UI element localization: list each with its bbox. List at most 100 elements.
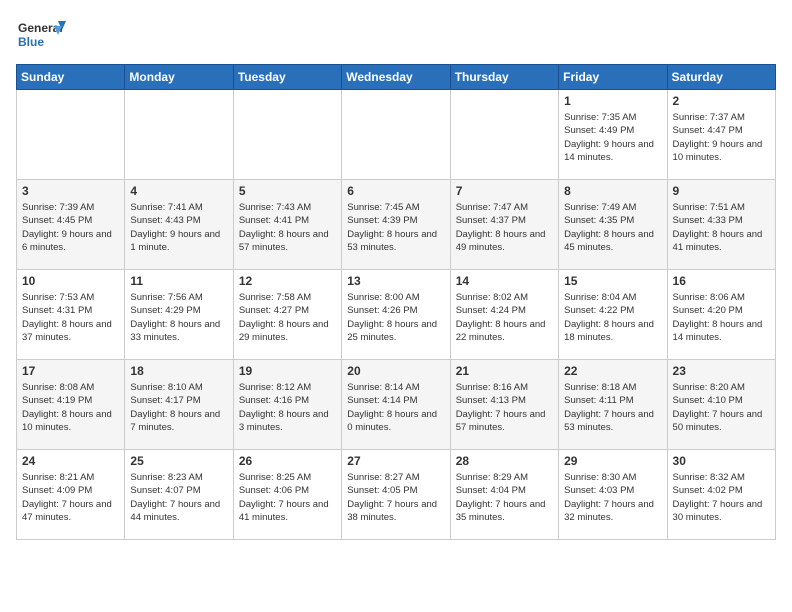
day-number: 18 <box>130 364 227 378</box>
day-number: 5 <box>239 184 336 198</box>
day-info: Sunrise: 8:30 AM Sunset: 4:03 PM Dayligh… <box>564 471 661 524</box>
svg-text:Blue: Blue <box>18 35 44 49</box>
day-cell: 20 Sunrise: 8:14 AM Sunset: 4:14 PM Dayli… <box>342 360 450 450</box>
day-number: 2 <box>673 94 770 108</box>
day-number: 30 <box>673 454 770 468</box>
day-cell: 10 Sunrise: 7:53 AM Sunset: 4:31 PM Dayli… <box>17 270 125 360</box>
day-info: Sunrise: 8:08 AM Sunset: 4:19 PM Dayligh… <box>22 381 119 434</box>
day-info: Sunrise: 8:00 AM Sunset: 4:26 PM Dayligh… <box>347 291 444 344</box>
day-cell: 25 Sunrise: 8:23 AM Sunset: 4:07 PM Dayli… <box>125 450 233 540</box>
day-info: Sunrise: 7:47 AM Sunset: 4:37 PM Dayligh… <box>456 201 553 254</box>
logo-svg: General Blue <box>16 16 66 56</box>
day-number: 29 <box>564 454 661 468</box>
day-info: Sunrise: 7:56 AM Sunset: 4:29 PM Dayligh… <box>130 291 227 344</box>
day-cell <box>450 90 558 180</box>
day-cell: 4 Sunrise: 7:41 AM Sunset: 4:43 PM Daylig… <box>125 180 233 270</box>
day-cell: 17 Sunrise: 8:08 AM Sunset: 4:19 PM Dayli… <box>17 360 125 450</box>
week-row-5: 24 Sunrise: 8:21 AM Sunset: 4:09 PM Dayli… <box>17 450 776 540</box>
day-cell: 26 Sunrise: 8:25 AM Sunset: 4:06 PM Dayli… <box>233 450 341 540</box>
day-cell: 13 Sunrise: 8:00 AM Sunset: 4:26 PM Dayli… <box>342 270 450 360</box>
day-number: 20 <box>347 364 444 378</box>
day-number: 1 <box>564 94 661 108</box>
day-number: 28 <box>456 454 553 468</box>
day-info: Sunrise: 8:16 AM Sunset: 4:13 PM Dayligh… <box>456 381 553 434</box>
day-cell: 12Sunrise: 7:58 AM Sunset: 4:27 PM Dayli… <box>233 270 341 360</box>
day-number: 26 <box>239 454 336 468</box>
day-cell: 30 Sunrise: 8:32 AM Sunset: 4:02 PM Dayli… <box>667 450 775 540</box>
logo: General Blue <box>16 16 66 56</box>
day-info: Sunrise: 8:21 AM Sunset: 4:09 PM Dayligh… <box>22 471 119 524</box>
week-row-2: 3 Sunrise: 7:39 AM Sunset: 4:45 PM Daylig… <box>17 180 776 270</box>
day-number: 19 <box>239 364 336 378</box>
day-cell: 14 Sunrise: 8:02 AM Sunset: 4:24 PM Dayli… <box>450 270 558 360</box>
day-info: Sunrise: 7:45 AM Sunset: 4:39 PM Dayligh… <box>347 201 444 254</box>
day-number: 17 <box>22 364 119 378</box>
day-cell: 28 Sunrise: 8:29 AM Sunset: 4:04 PM Dayli… <box>450 450 558 540</box>
day-cell: 22 Sunrise: 8:18 AM Sunset: 4:11 PM Dayli… <box>559 360 667 450</box>
day-cell: 19 Sunrise: 8:12 AM Sunset: 4:16 PM Dayli… <box>233 360 341 450</box>
day-cell: 5 Sunrise: 7:43 AM Sunset: 4:41 PM Daylig… <box>233 180 341 270</box>
weekday-header-row: SundayMondayTuesdayWednesdayThursdayFrid… <box>17 65 776 90</box>
weekday-thursday: Thursday <box>450 65 558 90</box>
day-number: 7 <box>456 184 553 198</box>
day-info: Sunrise: 7:39 AM Sunset: 4:45 PM Dayligh… <box>22 201 119 254</box>
day-info: Sunrise: 8:18 AM Sunset: 4:11 PM Dayligh… <box>564 381 661 434</box>
day-cell <box>17 90 125 180</box>
day-info: Sunrise: 7:53 AM Sunset: 4:31 PM Dayligh… <box>22 291 119 344</box>
week-row-4: 17 Sunrise: 8:08 AM Sunset: 4:19 PM Dayli… <box>17 360 776 450</box>
day-number: 14 <box>456 274 553 288</box>
day-cell: 9 Sunrise: 7:51 AM Sunset: 4:33 PM Daylig… <box>667 180 775 270</box>
day-info: Sunrise: 8:12 AM Sunset: 4:16 PM Dayligh… <box>239 381 336 434</box>
day-info: Sunrise: 7:43 AM Sunset: 4:41 PM Dayligh… <box>239 201 336 254</box>
day-info: Sunrise: 7:51 AM Sunset: 4:33 PM Dayligh… <box>673 201 770 254</box>
weekday-saturday: Saturday <box>667 65 775 90</box>
day-number: 10 <box>22 274 119 288</box>
weekday-monday: Monday <box>125 65 233 90</box>
day-info: Sunrise: 8:27 AM Sunset: 4:05 PM Dayligh… <box>347 471 444 524</box>
day-cell: 23Sunrise: 8:20 AM Sunset: 4:10 PM Dayli… <box>667 360 775 450</box>
calendar-body: 1 Sunrise: 7:35 AM Sunset: 4:49 PM Daylig… <box>17 90 776 540</box>
day-info: Sunrise: 8:29 AM Sunset: 4:04 PM Dayligh… <box>456 471 553 524</box>
day-number: 22 <box>564 364 661 378</box>
day-info: Sunrise: 8:23 AM Sunset: 4:07 PM Dayligh… <box>130 471 227 524</box>
weekday-sunday: Sunday <box>17 65 125 90</box>
weekday-friday: Friday <box>559 65 667 90</box>
day-number: 9 <box>673 184 770 198</box>
day-info: Sunrise: 8:25 AM Sunset: 4:06 PM Dayligh… <box>239 471 336 524</box>
day-number: 6 <box>347 184 444 198</box>
day-info: Sunrise: 7:35 AM Sunset: 4:49 PM Dayligh… <box>564 111 661 164</box>
day-number: 21 <box>456 364 553 378</box>
day-cell: 24 Sunrise: 8:21 AM Sunset: 4:09 PM Dayli… <box>17 450 125 540</box>
day-number: 8 <box>564 184 661 198</box>
day-info: Sunrise: 7:58 AM Sunset: 4:27 PM Dayligh… <box>239 291 336 344</box>
day-cell: 2Sunrise: 7:37 AM Sunset: 4:47 PM Daylig… <box>667 90 775 180</box>
day-info: Sunrise: 8:32 AM Sunset: 4:02 PM Dayligh… <box>673 471 770 524</box>
day-cell <box>342 90 450 180</box>
day-number: 24 <box>22 454 119 468</box>
weekday-wednesday: Wednesday <box>342 65 450 90</box>
day-cell: 7 Sunrise: 7:47 AM Sunset: 4:37 PM Daylig… <box>450 180 558 270</box>
day-cell: 27Sunrise: 8:27 AM Sunset: 4:05 PM Dayli… <box>342 450 450 540</box>
day-info: Sunrise: 8:20 AM Sunset: 4:10 PM Dayligh… <box>673 381 770 434</box>
day-info: Sunrise: 8:04 AM Sunset: 4:22 PM Dayligh… <box>564 291 661 344</box>
day-number: 13 <box>347 274 444 288</box>
day-number: 15 <box>564 274 661 288</box>
day-cell: 11Sunrise: 7:56 AM Sunset: 4:29 PM Dayli… <box>125 270 233 360</box>
day-info: Sunrise: 7:41 AM Sunset: 4:43 PM Dayligh… <box>130 201 227 254</box>
day-cell: 16Sunrise: 8:06 AM Sunset: 4:20 PM Dayli… <box>667 270 775 360</box>
day-cell: 21 Sunrise: 8:16 AM Sunset: 4:13 PM Dayli… <box>450 360 558 450</box>
day-cell: 15 Sunrise: 8:04 AM Sunset: 4:22 PM Dayli… <box>559 270 667 360</box>
day-info: Sunrise: 8:02 AM Sunset: 4:24 PM Dayligh… <box>456 291 553 344</box>
week-row-3: 10 Sunrise: 7:53 AM Sunset: 4:31 PM Dayli… <box>17 270 776 360</box>
day-info: Sunrise: 8:14 AM Sunset: 4:14 PM Dayligh… <box>347 381 444 434</box>
page-header: General Blue <box>16 16 776 56</box>
day-number: 4 <box>130 184 227 198</box>
day-number: 25 <box>130 454 227 468</box>
day-number: 3 <box>22 184 119 198</box>
day-info: Sunrise: 8:10 AM Sunset: 4:17 PM Dayligh… <box>130 381 227 434</box>
week-row-1: 1 Sunrise: 7:35 AM Sunset: 4:49 PM Daylig… <box>17 90 776 180</box>
day-cell: 8 Sunrise: 7:49 AM Sunset: 4:35 PM Daylig… <box>559 180 667 270</box>
day-cell <box>125 90 233 180</box>
calendar-table: SundayMondayTuesdayWednesdayThursdayFrid… <box>16 64 776 540</box>
day-info: Sunrise: 7:49 AM Sunset: 4:35 PM Dayligh… <box>564 201 661 254</box>
